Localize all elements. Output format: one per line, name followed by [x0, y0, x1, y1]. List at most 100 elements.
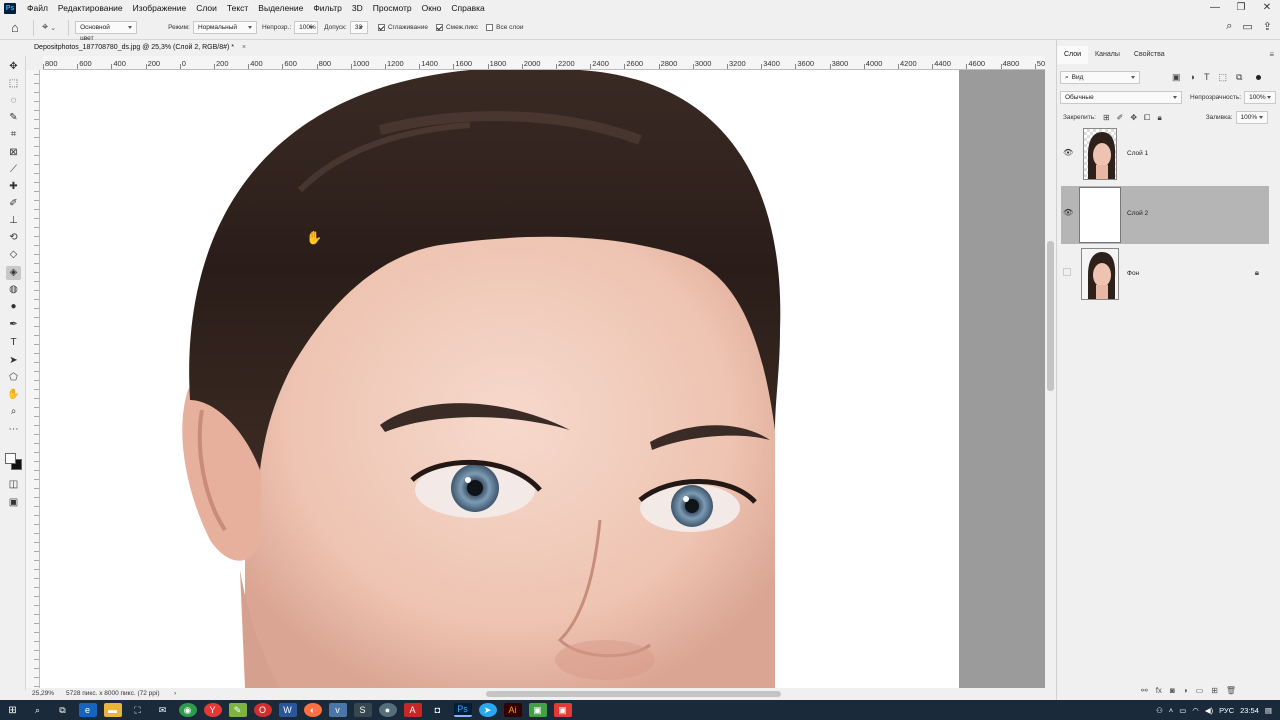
close-tab-icon[interactable]: × — [242, 44, 246, 51]
add-mask-icon[interactable]: ◙ — [1170, 686, 1175, 695]
yandex-icon[interactable]: Y — [203, 703, 222, 717]
vertical-scroll-thumb[interactable] — [1047, 241, 1054, 391]
antialias-option[interactable]: Сглаживание — [377, 24, 428, 31]
workspace-icon[interactable]: ▭ — [1242, 20, 1252, 33]
eraser-tool-icon[interactable]: ◇ — [6, 248, 21, 262]
sublime-icon[interactable]: S — [353, 703, 372, 717]
menu-filter[interactable]: Фильтр — [308, 0, 347, 16]
acrobat-icon[interactable]: A — [403, 703, 422, 717]
new-layer-icon[interactable]: ⊞ — [1211, 686, 1218, 695]
layer-row-selected[interactable]: 👁︎ Слой 2 — [1061, 186, 1269, 244]
menu-help[interactable]: Справка — [446, 0, 489, 16]
frame-tool-icon[interactable]: ⊠ — [6, 146, 21, 160]
contiguous-option[interactable]: Смеж.пикс — [435, 24, 478, 31]
fill-input[interactable]: 100% — [1235, 111, 1268, 124]
lasso-tool-icon[interactable]: ◌ — [6, 94, 21, 108]
file-explorer-icon[interactable]: ▬ — [103, 703, 122, 717]
sample-dropdown[interactable]: Основной цвет — [75, 21, 138, 42]
layer-row-background[interactable]: Фон 🔒︎ — [1061, 246, 1269, 304]
lock-all-icon[interactable]: 🔒︎ — [1157, 113, 1161, 123]
tab-channels[interactable]: Каналы — [1088, 46, 1127, 64]
history-brush-icon[interactable]: ⟲ — [6, 231, 21, 245]
notifications-icon[interactable]: ▤ — [1265, 706, 1272, 715]
layer-name[interactable]: Слой 1 — [1127, 150, 1148, 157]
zoom-tool-icon[interactable]: ⌕ — [6, 405, 21, 419]
horizontal-scroll-thumb[interactable] — [486, 691, 781, 697]
language-indicator[interactable]: РУС — [1219, 706, 1234, 715]
filter-toggle[interactable] — [1256, 75, 1262, 80]
status-arrow-icon[interactable]: › — [174, 688, 176, 700]
menu-image[interactable]: Изображение — [128, 0, 192, 16]
all-layers-checkbox[interactable] — [486, 24, 494, 31]
telegram-icon[interactable]: ➤ — [478, 703, 497, 717]
marquee-tool-icon[interactable]: ⬚ — [6, 77, 21, 91]
search-icon[interactable]: ⌕ — [1226, 20, 1232, 33]
layer-filter-dropdown[interactable]: ⌕ Вид — [1060, 71, 1140, 84]
eye-icon[interactable]: 👁︎ — [1063, 208, 1073, 218]
network-icon[interactable]: ◠ — [1192, 706, 1199, 715]
layer-name[interactable]: Слой 2 — [1127, 210, 1148, 217]
screen-mode-icon[interactable]: ▣ — [6, 496, 21, 510]
pen-tool-icon[interactable]: ✒ — [6, 318, 21, 332]
foreground-color-swatch[interactable] — [5, 453, 16, 464]
lock-transparent-icon[interactable]: ⊞ — [1103, 113, 1110, 123]
magic-eraser-icon[interactable]: ⌖ — [42, 21, 48, 34]
filter-type-icon[interactable]: T — [1204, 72, 1210, 83]
mode-dropdown[interactable]: Нормальный — [192, 21, 257, 34]
chrome-icon[interactable]: ◉ — [178, 703, 197, 717]
path-select-icon[interactable]: ➤ — [6, 354, 21, 368]
healing-brush-icon[interactable]: ✚ — [6, 180, 21, 194]
type-tool-icon[interactable]: T — [6, 336, 21, 350]
filter-smart-icon[interactable]: ⧉ — [1236, 72, 1242, 83]
new-group-icon[interactable]: ▭ — [1196, 686, 1204, 695]
hand-tool-icon[interactable]: ✋ — [6, 388, 21, 402]
firefox-icon[interactable]: ◐ — [303, 703, 322, 717]
tab-properties[interactable]: Свойства — [1127, 46, 1172, 64]
layer-row[interactable]: 👁︎ Слой 1 — [1061, 126, 1269, 184]
eye-icon[interactable]: 👁︎ — [1063, 148, 1073, 158]
camera-icon[interactable]: ◘ — [429, 703, 447, 717]
menu-window[interactable]: Окно — [417, 0, 447, 16]
eyedropper-tool-icon[interactable]: ⟋ — [6, 163, 21, 177]
app-icon[interactable]: ● — [378, 703, 397, 717]
blend-mode-dropdown[interactable]: Обычные — [1060, 91, 1182, 104]
menu-text[interactable]: Текст — [222, 0, 253, 16]
blur-tool-icon[interactable]: ◍ — [6, 283, 21, 297]
quick-mask-icon[interactable]: ◫ — [6, 478, 21, 492]
lock-move-icon[interactable]: ✥ — [1130, 113, 1137, 123]
notepad-icon[interactable]: ✎ — [228, 703, 247, 717]
magic-eraser-tool-icon[interactable]: ◈ — [6, 266, 21, 280]
chevron-up-icon[interactable]: ˄ — [1169, 706, 1173, 715]
zoom-level[interactable]: 25,29% — [32, 688, 54, 700]
menu-edit[interactable]: Редактирование — [53, 0, 128, 16]
tolerance-input[interactable]: 32 — [349, 21, 368, 34]
illustrator-icon[interactable]: Ai — [503, 703, 522, 717]
windows-start-icon[interactable]: ⊞ — [4, 703, 22, 717]
all-layers-option[interactable]: Все слои — [486, 24, 524, 31]
move-tool-icon[interactable]: ✥ — [6, 60, 21, 74]
adjustment-layer-icon[interactable]: ◑ — [1183, 686, 1188, 695]
contiguous-checkbox[interactable] — [435, 24, 443, 31]
more-tools-icon[interactable]: ⋯ — [6, 423, 21, 437]
word-icon[interactable]: W — [278, 703, 297, 717]
opera-icon[interactable]: O — [253, 703, 272, 717]
crop-tool-icon[interactable]: ⌗ — [6, 128, 21, 142]
home-icon[interactable]: ⌂ — [11, 20, 27, 35]
brush-tool-icon[interactable]: ✐ — [6, 197, 21, 211]
volume-icon[interactable]: ◀) — [1205, 706, 1213, 715]
color-swatches[interactable] — [4, 451, 24, 473]
store-icon[interactable]: ⛶ — [129, 703, 147, 717]
restore-icon[interactable]: ❐ — [1228, 0, 1254, 16]
tool-preset-dropdown-icon[interactable]: ⌄ — [50, 24, 56, 32]
menu-view[interactable]: Просмотр — [368, 0, 417, 16]
mail-icon[interactable]: ✉ — [154, 703, 172, 717]
clock[interactable]: 23:54 — [1240, 706, 1259, 715]
lock-paint-icon[interactable]: ✐ — [1117, 113, 1124, 123]
layer-opacity-input[interactable]: 100% — [1244, 91, 1277, 104]
shape-tool-icon[interactable]: ⬠ — [6, 371, 21, 385]
close-icon[interactable]: ✕ — [1254, 0, 1280, 16]
share-icon[interactable]: ⇪ — [1263, 20, 1272, 33]
search-icon[interactable]: ⌕ — [29, 703, 47, 717]
red-app-icon[interactable]: ▣ — [553, 703, 572, 717]
vk-icon[interactable]: v — [328, 703, 347, 717]
